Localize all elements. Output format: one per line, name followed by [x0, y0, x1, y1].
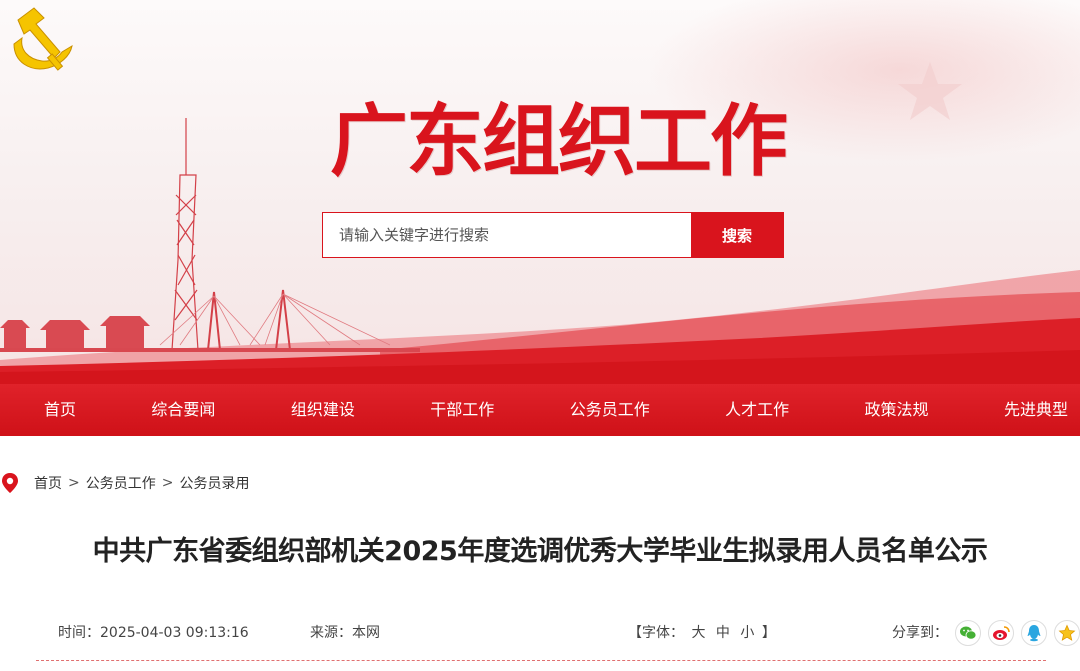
share-label: 分享到： [892, 625, 948, 641]
font-size-large[interactable]: 大 [691, 625, 705, 641]
nav-item-cadre-work[interactable]: 干部工作 [430, 384, 494, 436]
breadcrumb-civil-servant-work[interactable]: 公务员工作 [86, 473, 156, 493]
search-input[interactable] [323, 213, 691, 257]
article-meta: 时间：2025-04-03 09:13:16 来源：本网 【字体： 大 中 小 … [0, 620, 1080, 650]
breadcrumb-separator: > [68, 475, 80, 491]
meta-divider [36, 660, 1046, 661]
breadcrumb: 首页 > 公务员工作 > 公务员录用 [0, 470, 249, 496]
nav-item-organization-building[interactable]: 组织建设 [291, 384, 355, 436]
site-title: 广东组织工作 [330, 96, 788, 187]
source-value: 本网 [352, 625, 380, 641]
publish-time-value: 2025-04-03 09:13:16 [100, 625, 249, 641]
share-bar: 分享到： [892, 620, 1080, 646]
source-label: 来源： [310, 625, 352, 641]
nav-item-civil-servant-work[interactable]: 公务员工作 [570, 384, 650, 436]
breadcrumb-civil-servant-recruitment[interactable]: 公务员录用 [179, 473, 249, 493]
breadcrumb-home[interactable]: 首页 [34, 473, 62, 493]
font-size-medium[interactable]: 中 [716, 625, 730, 641]
font-size-small[interactable]: 小 [740, 625, 754, 641]
main-nav: 首页 综合要闻 组织建设 干部工作 公务员工作 人才工作 政策法规 先进典型 [0, 384, 1080, 436]
font-size-switcher: 【字体： 大 中 小 】 [628, 620, 776, 646]
breadcrumb-separator: > [161, 475, 174, 491]
nav-item-advanced-models[interactable]: 先进典型 [1004, 384, 1068, 436]
font-size-label: 【字体： [628, 625, 684, 641]
qzone-icon [1058, 624, 1076, 641]
share-qq-button[interactable] [1021, 620, 1047, 646]
nav-item-home[interactable]: 首页 [44, 384, 76, 436]
publish-time: 时间：2025-04-03 09:13:16 [58, 620, 249, 646]
article-source: 来源：本网 [310, 620, 380, 646]
nav-item-talent-work[interactable]: 人才工作 [725, 384, 789, 436]
publish-time-label: 时间： [58, 625, 100, 641]
banner-skyline-background [0, 62, 1080, 384]
nav-item-policies-regulations[interactable]: 政策法规 [865, 384, 929, 436]
nav-item-general-news[interactable]: 综合要闻 [151, 384, 215, 436]
search-button[interactable]: 搜索 [691, 213, 783, 257]
wechat-icon [960, 626, 977, 640]
search-box: 搜索 [322, 212, 784, 258]
share-weibo-button[interactable] [988, 620, 1014, 646]
party-emblem-icon [13, 7, 73, 71]
location-pin-icon [2, 473, 18, 493]
share-qzone-button[interactable] [1054, 620, 1080, 646]
font-size-label-close: 】 [761, 625, 776, 641]
header-banner: 广东组织工作 搜索 [0, 0, 1080, 384]
share-wechat-button[interactable] [955, 620, 981, 646]
article-title: 中共广东省委组织部机关2025年度选调优秀大学毕业生拟录用人员名单公示 [92, 536, 988, 567]
qq-icon [1027, 625, 1041, 642]
weibo-icon [993, 626, 1010, 640]
